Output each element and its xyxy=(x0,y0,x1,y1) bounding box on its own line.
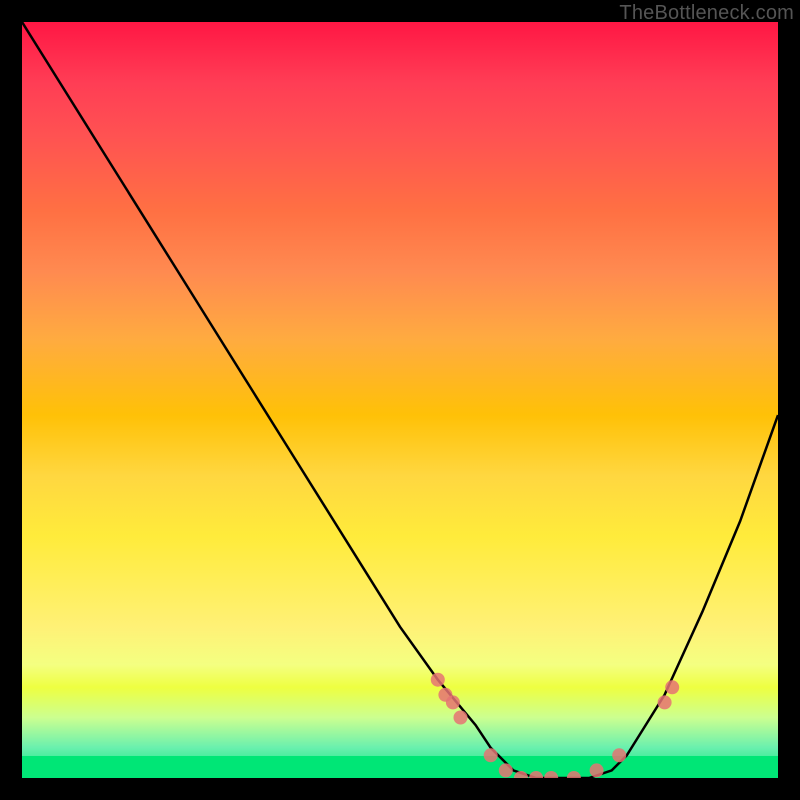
data-marker xyxy=(454,711,468,725)
bottleneck-curve-svg xyxy=(22,22,778,778)
data-marker xyxy=(567,771,581,778)
data-marker xyxy=(612,748,626,762)
data-marker xyxy=(431,673,445,687)
bottleneck-curve-line xyxy=(22,22,778,778)
data-marker xyxy=(665,680,679,694)
watermark-text: TheBottleneck.com xyxy=(619,2,794,25)
data-marker xyxy=(446,695,460,709)
chart-plot-area xyxy=(22,22,778,778)
data-marker xyxy=(499,763,513,777)
data-marker xyxy=(544,771,558,778)
data-marker xyxy=(484,748,498,762)
data-markers-group xyxy=(431,673,679,778)
data-marker xyxy=(529,771,543,778)
data-marker xyxy=(590,763,604,777)
data-marker xyxy=(658,695,672,709)
